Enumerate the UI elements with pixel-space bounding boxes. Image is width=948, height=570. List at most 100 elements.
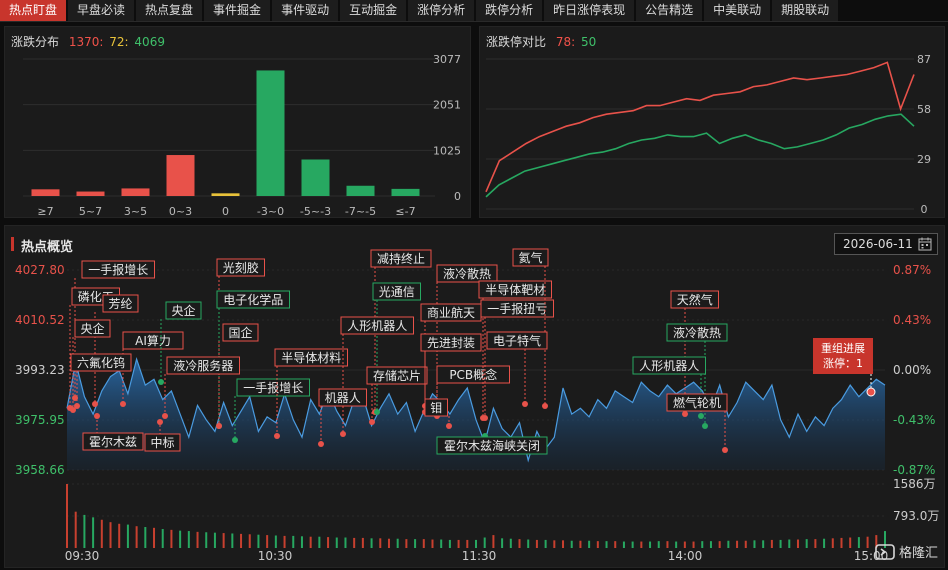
volume-bar [770, 539, 773, 548]
volume-bar [475, 539, 477, 548]
x-tick-label: 14:00 [668, 549, 703, 563]
nav-tab[interactable]: 互动掘金 [340, 0, 407, 21]
volume-bar [840, 537, 843, 548]
volume-bar [501, 538, 504, 548]
event-label: 商业航天 [427, 305, 475, 320]
limit-ratio-line-chart: 87 58 29 0 [485, 53, 931, 216]
hot-overview-chart: 4027.80 0.87% 4010.52 0.43% 3993.23 0.00% 3975… [15, 248, 939, 563]
y-tick-label-left: 3993.23 [15, 363, 65, 377]
nav-tab[interactable]: 昨日涨停表现 [544, 0, 635, 21]
y-tick-label-right: -0.87% [893, 463, 935, 477]
event-label: 液冷散热 [673, 325, 721, 340]
volume-bar [292, 535, 295, 548]
y-tick-label: 3077 [433, 53, 461, 66]
bar [391, 188, 420, 196]
volume-bar [353, 537, 356, 548]
y-tick-label-left: 3975.95 [15, 413, 65, 427]
nav-tab[interactable]: 事件驱动 [272, 0, 339, 21]
event-dot [522, 401, 528, 407]
y-tick-label: 1025 [433, 144, 461, 157]
event-label: 液冷散热 [443, 266, 491, 281]
top-nav: 热点盯盘 早盘必读 热点复盘 事件掘金 事件驱动 互动掘金 涨停分析 跌停分析 昨日涨停表现 公告… [0, 0, 948, 22]
volume-bar [387, 538, 390, 548]
volume-bar [692, 541, 695, 548]
volume-bar [527, 539, 530, 548]
y-tick-label-right: -0.43% [893, 413, 935, 427]
event-dot [74, 403, 80, 409]
x-tick-label: 0 [222, 205, 229, 217]
volume-bar [518, 539, 521, 548]
event-dot [274, 433, 280, 439]
volume-bar [118, 523, 121, 548]
event-label: 霍尔木兹海峡关闭 [444, 438, 540, 453]
x-tick-label: 0~3 [169, 205, 192, 217]
volume-bar [126, 524, 129, 548]
volume-bar [457, 539, 460, 548]
x-tick-label: 11:30 [462, 549, 497, 563]
volume-bar [231, 533, 234, 548]
volume-bar [535, 539, 538, 548]
volume-bar [222, 533, 225, 548]
nav-tab[interactable]: 涨停分析 [408, 0, 475, 21]
x-tick-label: -7~-5 [345, 205, 376, 217]
volume-bar [553, 540, 556, 548]
volume-bar [683, 541, 686, 548]
nav-tab[interactable]: 早盘必读 [68, 0, 135, 21]
event-dot [157, 419, 163, 425]
volume-bar [431, 539, 434, 548]
y-tick-label-left: 4027.80 [15, 263, 65, 277]
event-dot [542, 403, 548, 409]
volume-bar [153, 527, 156, 548]
nav-tab[interactable]: 期股联动 [772, 0, 839, 21]
event-label: 央企 [171, 303, 195, 318]
volume-bar [283, 535, 286, 548]
nav-tab[interactable]: 事件掘金 [204, 0, 271, 21]
volume-bar [440, 539, 443, 548]
volume-bar [562, 540, 565, 548]
bar [31, 189, 60, 196]
nav-tab[interactable]: 中美联动 [704, 0, 771, 21]
volume-bar [831, 538, 834, 548]
nav-tab[interactable]: 热点盯盘 [0, 0, 67, 21]
nav-tab[interactable]: 热点复盘 [136, 0, 203, 21]
event-label: 央企 [80, 321, 104, 336]
volume-bar [579, 540, 582, 548]
event-label: AI算力 [135, 333, 171, 348]
volume-bar [109, 522, 112, 548]
volume-bar [788, 539, 791, 548]
volume-bar [396, 538, 399, 548]
volume-bar [570, 540, 573, 548]
volume-bar [100, 519, 103, 548]
volume-bar [83, 514, 86, 548]
nav-tab[interactable]: 公告精选 [636, 0, 703, 21]
event-label: 人形机器人 [639, 359, 699, 373]
y-tick-label: 0 [921, 203, 928, 216]
event-label: 国企 [228, 325, 252, 340]
volume-bar [736, 540, 739, 548]
volume-bar [657, 541, 660, 548]
volume-bar [266, 535, 269, 548]
event-label: 减持终止 [377, 251, 425, 266]
y-tick-label: 87 [917, 53, 931, 66]
event-dot [92, 401, 98, 407]
event-dot [340, 431, 346, 437]
bar [346, 185, 375, 196]
volume-bar [709, 541, 712, 548]
volume-bar [762, 540, 765, 548]
event-dot [216, 423, 222, 429]
volume-bar [370, 538, 373, 548]
nav-tab[interactable]: 跌停分析 [476, 0, 543, 21]
event-label: 芳纶 [108, 297, 132, 311]
event-label: 半导体靶材 [485, 283, 545, 297]
volume-bar [805, 539, 808, 548]
x-tick-label: ≤-7 [395, 205, 415, 217]
volume-bar [779, 539, 782, 548]
logo-text: 格隆汇 [898, 546, 938, 561]
volume-bar [631, 541, 634, 548]
event-label: 燃气轮机 [673, 395, 721, 410]
volume-bar [544, 539, 547, 548]
volume-bar [344, 537, 347, 548]
y-tick-label: 58 [917, 103, 931, 116]
volume-bar [649, 541, 652, 548]
series-line [485, 113, 915, 198]
